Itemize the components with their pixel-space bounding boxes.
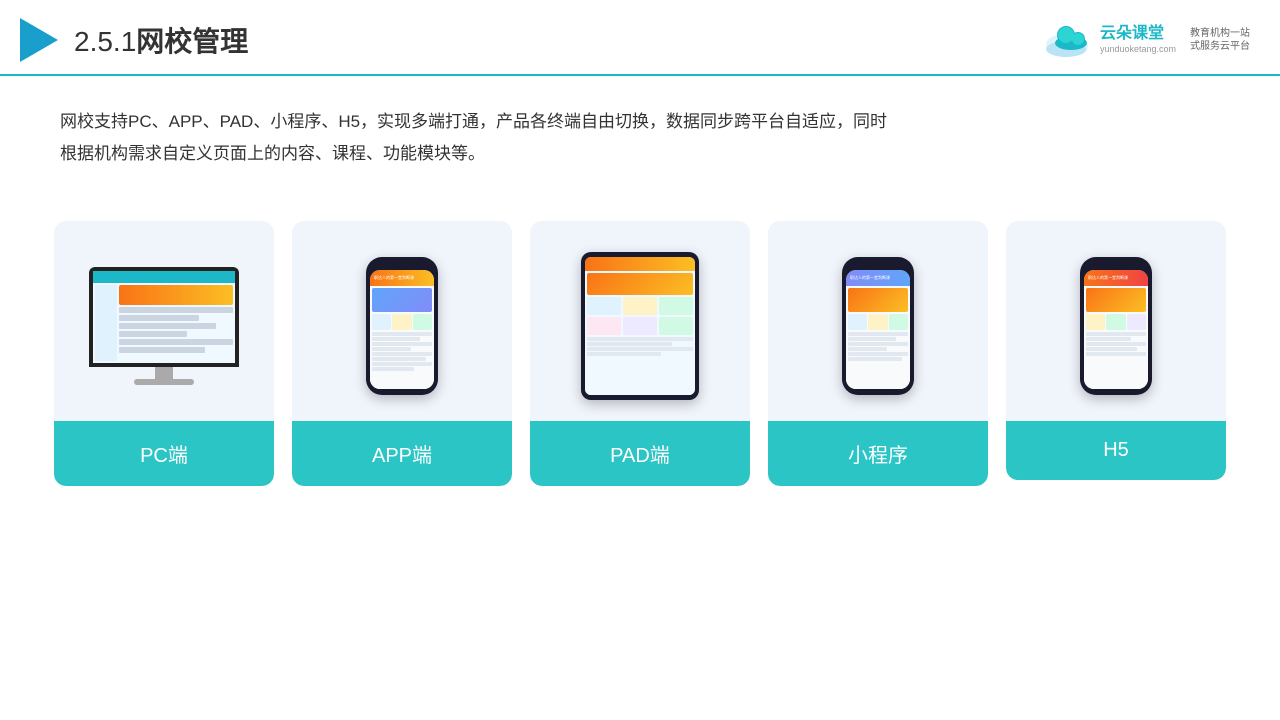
- miniprogram-image-area: 职达人的第一堂判断课: [768, 221, 988, 421]
- device-card-app: 职达人的第一堂判断课: [292, 221, 512, 486]
- miniprogram-label: 小程序: [768, 421, 988, 486]
- app-image-area: 职达人的第一堂判断课: [292, 221, 512, 421]
- page-title: 2.5.1网校管理: [74, 20, 248, 60]
- miniprogram-phone-icon: 职达人的第一堂判断课: [842, 257, 914, 395]
- pad-device-icon: [581, 252, 699, 400]
- h5-label: H5: [1006, 421, 1226, 480]
- h5-phone-icon: 职达人的第一堂判断课: [1080, 257, 1152, 395]
- header-left: 2.5.1网校管理: [20, 18, 248, 62]
- title-chinese: 网校管理: [136, 26, 248, 57]
- cloud-logo-icon: [1040, 23, 1092, 57]
- app-phone-icon: 职达人的第一堂判断课: [366, 257, 438, 395]
- pc-monitor-icon: [89, 267, 239, 385]
- header: 2.5.1网校管理 云朵课堂 yunduoketang.com 教育机构一站 式…: [0, 0, 1280, 76]
- description-text: 网校支持PC、APP、PAD、小程序、H5，实现多端打通，产品各终端自由切换，数…: [0, 76, 960, 191]
- app-label: APP端: [292, 421, 512, 486]
- device-card-miniprogram: 职达人的第一堂判断课: [768, 221, 988, 486]
- pad-image-area: [530, 221, 750, 421]
- logo-area: 云朵课堂 yunduoketang.com 教育机构一站 式服务云平台: [1040, 23, 1250, 57]
- play-icon: [20, 18, 58, 62]
- logo-text: 云朵课堂 yunduoketang.com: [1100, 26, 1176, 54]
- devices-container: PC端 职达人的第一堂判断课: [0, 191, 1280, 486]
- section-number: 2.5.1: [74, 26, 136, 57]
- device-card-h5: 职达人的第一堂判断课: [1006, 221, 1226, 480]
- logo-slogan: 教育机构一站 式服务云平台: [1190, 27, 1250, 53]
- device-card-pc: PC端: [54, 221, 274, 486]
- logo-name: 云朵课堂: [1100, 26, 1164, 42]
- device-card-pad: PAD端: [530, 221, 750, 486]
- pad-label: PAD端: [530, 421, 750, 486]
- pc-label: PC端: [54, 421, 274, 486]
- pc-image-area: [54, 221, 274, 421]
- h5-image-area: 职达人的第一堂判断课: [1006, 221, 1226, 421]
- logo-url: yunduoketang.com: [1100, 44, 1176, 54]
